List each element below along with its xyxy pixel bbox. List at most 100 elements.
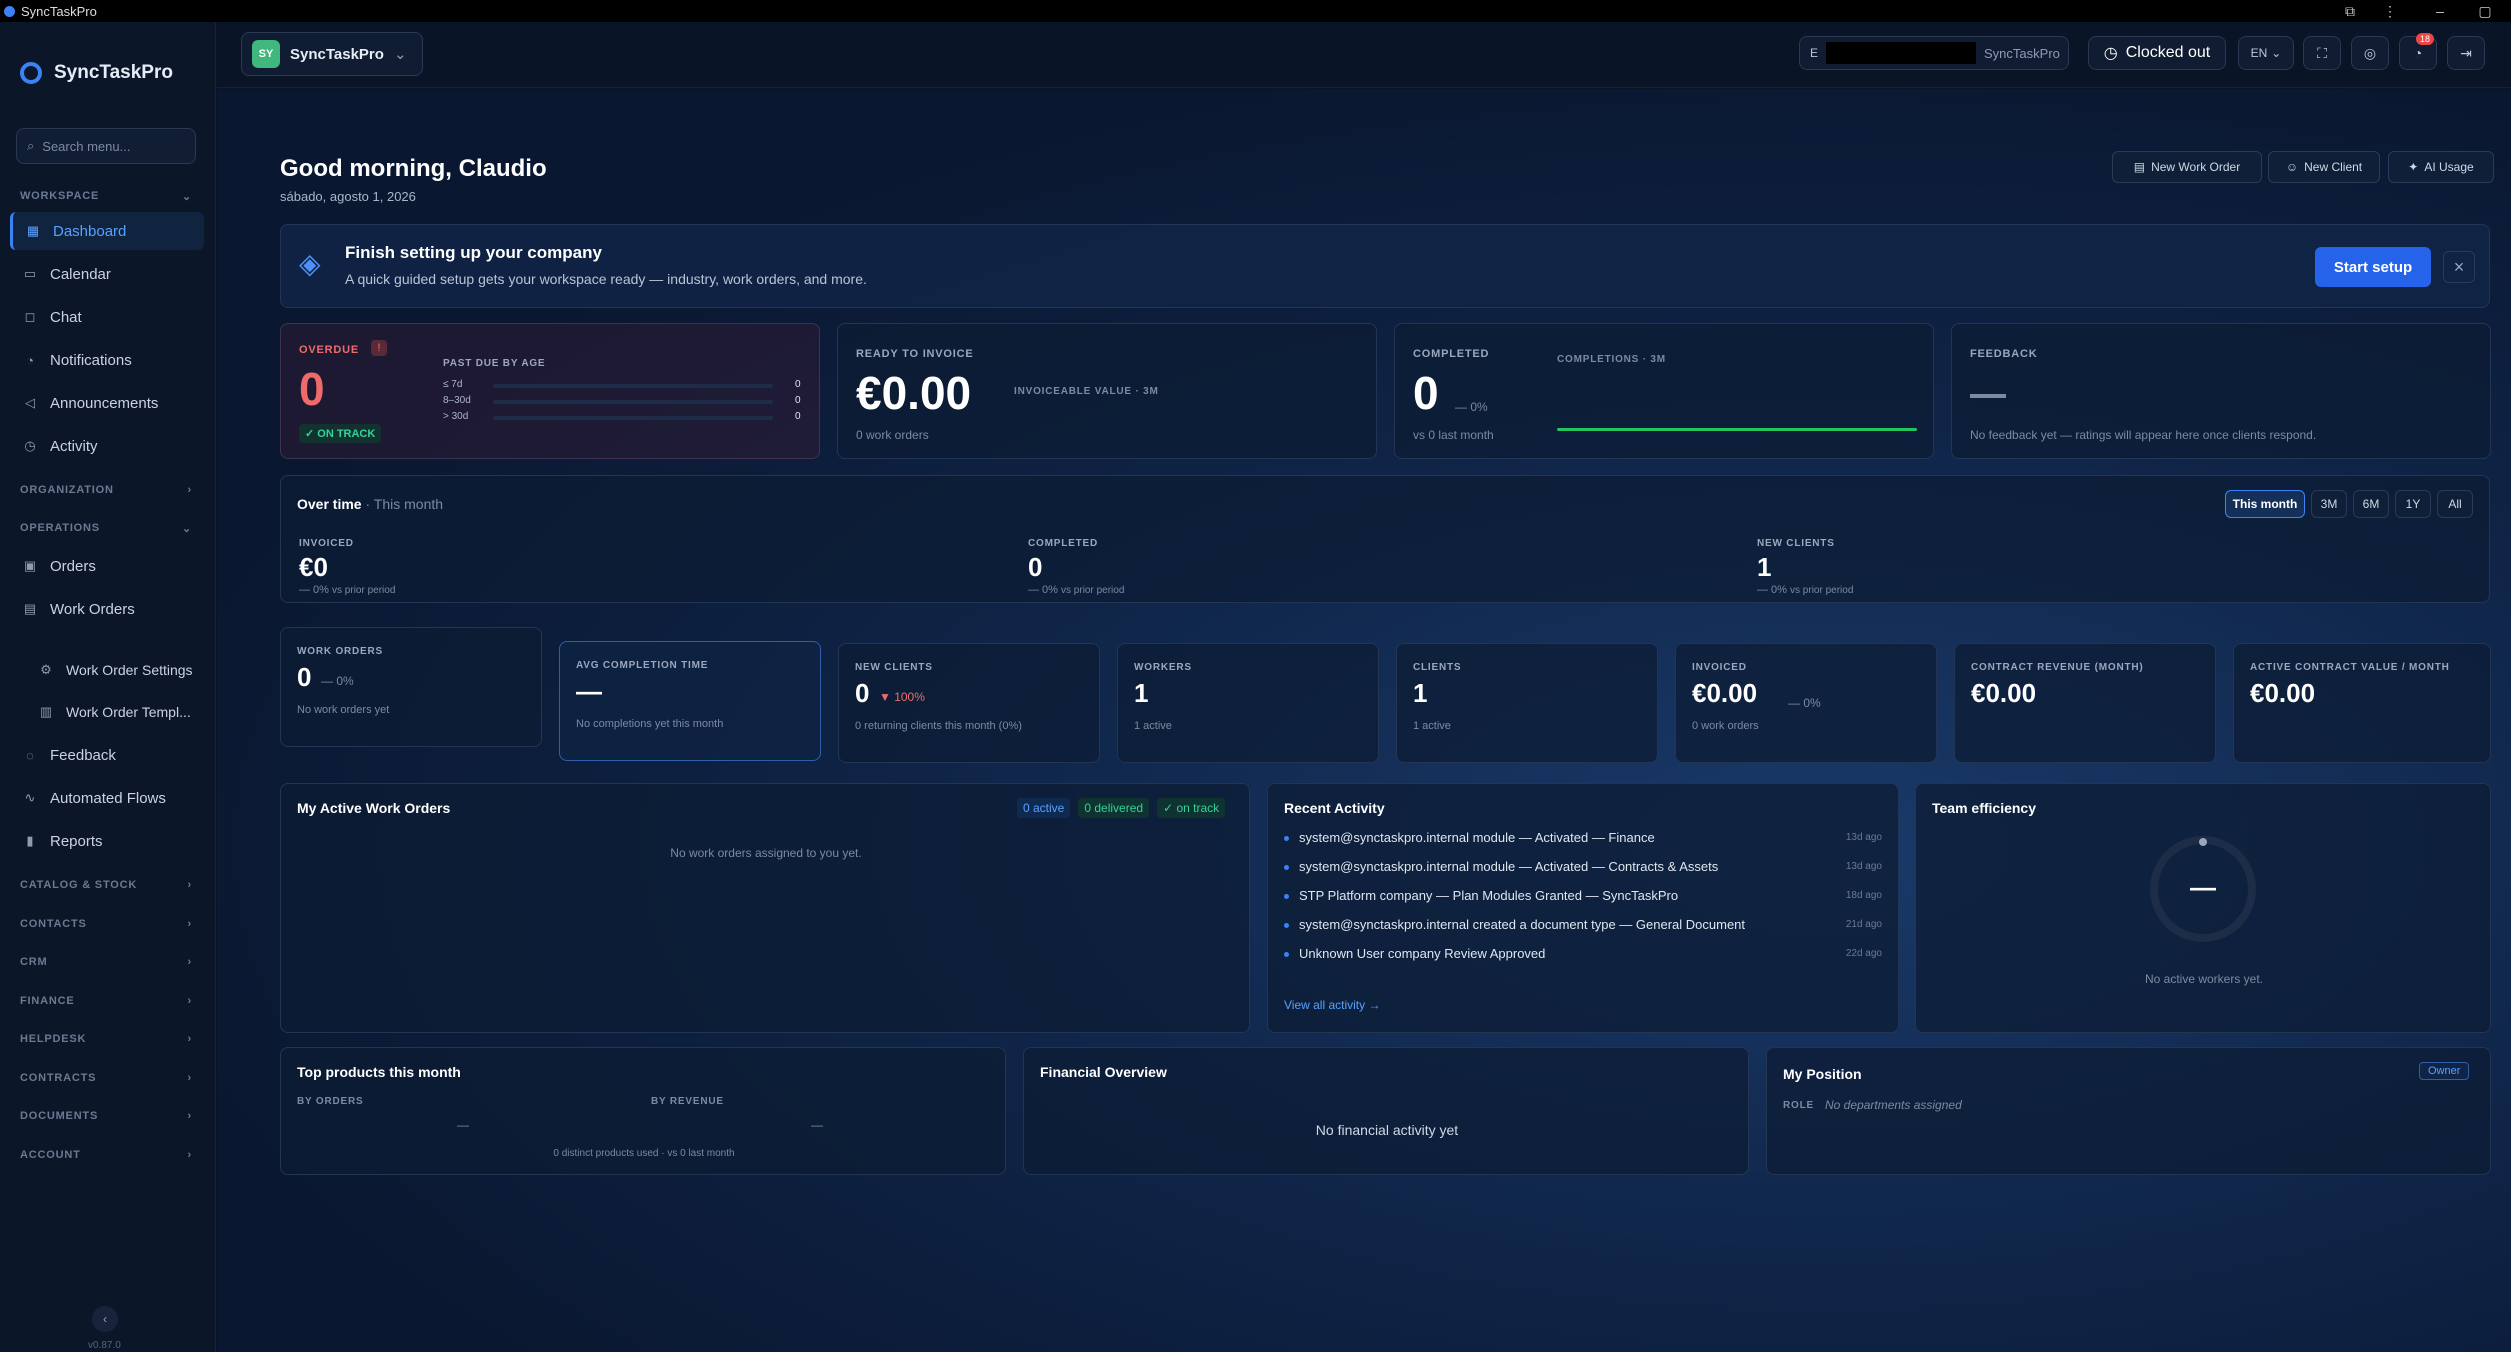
- activity-item[interactable]: system@synctaskpro.internal created a do…: [1284, 917, 1745, 932]
- sidebar-item-orders[interactable]: ▣ Orders: [10, 547, 204, 585]
- sidebar-item-feedback[interactable]: ◌ Feedback: [10, 736, 204, 774]
- section-label: OPERATIONS: [20, 522, 100, 534]
- range-6m[interactable]: 6M: [2353, 490, 2389, 518]
- over-time-title-text: Over time: [297, 496, 362, 512]
- section-label: CONTRACTS: [20, 1072, 97, 1084]
- sidebar-item-label: Work Orders: [50, 600, 135, 618]
- workspace-switcher[interactable]: SY SyncTaskPro ⌄: [241, 32, 423, 76]
- sidebar-item-notifications[interactable]: ◔ Notifications: [10, 341, 204, 379]
- logout-icon[interactable]: ⇥: [2447, 36, 2485, 70]
- collapse-sidebar-button[interactable]: ‹: [92, 1306, 118, 1332]
- section-workspace[interactable]: WORKSPACE ⌄: [20, 190, 192, 203]
- start-setup-button[interactable]: Start setup: [2315, 247, 2431, 287]
- delta-text: — 0%: [1028, 584, 1058, 596]
- ready-to-invoice-card[interactable]: READY TO INVOICE €0.00 INVOICEABLE VALUE…: [837, 323, 1377, 459]
- panel-title: Financial Overview: [1040, 1064, 1167, 1080]
- panel-title: Team efficiency: [1932, 800, 2037, 816]
- bell-icon[interactable]: ◔ 18: [2399, 33, 2437, 70]
- range-all[interactable]: All: [2437, 490, 2473, 518]
- maximize-button[interactable]: ▢: [2465, 0, 2505, 22]
- kpi-active-contract-value[interactable]: ACTIVE CONTRACT VALUE / MONTH €0.00: [2233, 643, 2491, 763]
- section-operations[interactable]: OPERATIONS ⌄: [20, 522, 192, 535]
- activity-item[interactable]: STP Platform company — Plan Modules Gran…: [1284, 888, 1678, 903]
- section-label: CONTACTS: [20, 918, 87, 930]
- sidebar-item-label: Dashboard: [53, 222, 127, 240]
- view-all-activity-link[interactable]: View all activity →: [1284, 998, 1380, 1012]
- sidebar: SyncTaskPro ⌕ Search menu... WORKSPACE ⌄ …: [0, 22, 216, 1352]
- vs-text: vs prior period: [1061, 585, 1125, 596]
- kpi-value: 1: [1413, 678, 1428, 708]
- section-catalog[interactable]: CATALOG & STOCK ›: [20, 879, 192, 891]
- section-finance[interactable]: FINANCE ›: [20, 995, 192, 1007]
- sidebar-item-automated-flows[interactable]: ∿ Automated Flows: [10, 779, 204, 817]
- section-documents[interactable]: DOCUMENTS ›: [20, 1110, 192, 1122]
- vs-text: vs prior period: [332, 585, 396, 596]
- kpi-new-clients[interactable]: NEW CLIENTS 0 ▼ 100% 0 returning clients…: [838, 643, 1100, 763]
- section-helpdesk[interactable]: HELPDESK ›: [20, 1033, 192, 1045]
- sidebar-item-label: Automated Flows: [50, 789, 166, 807]
- section-crm[interactable]: CRM ›: [20, 956, 192, 968]
- extensions-icon[interactable]: ⧉: [2330, 0, 2370, 22]
- range-this-month[interactable]: This month: [2225, 490, 2305, 518]
- kpi-avg-completion[interactable]: AVG COMPLETION TIME — No completions yet…: [559, 641, 821, 761]
- feedback-icon: ◌: [26, 747, 34, 763]
- chevron-right-icon: ›: [187, 1033, 192, 1045]
- sidebar-search-input[interactable]: ⌕ Search menu...: [16, 128, 196, 164]
- sidebar-item-reports[interactable]: ▮ Reports: [10, 822, 204, 860]
- user-account-chip[interactable]: E SyncTaskPro: [1799, 36, 2069, 70]
- kpi-work-orders[interactable]: WORK ORDERS 0 — 0% No work orders yet: [280, 627, 542, 747]
- language-value: EN: [2250, 46, 2268, 60]
- age-row-value: 0: [795, 411, 801, 422]
- kpi-sub: 0 work orders: [1692, 720, 1759, 732]
- sidebar-item-work-order-settings[interactable]: ⚙ Work Order Settings: [10, 652, 204, 688]
- close-icon[interactable]: ×: [2443, 251, 2475, 283]
- chevron-right-icon: ›: [187, 1110, 192, 1122]
- kebab-menu-icon[interactable]: ⋮: [2370, 0, 2410, 22]
- focus-icon[interactable]: ⛶: [2303, 36, 2341, 70]
- completions-sparkline: [1557, 428, 1917, 431]
- clock-status-button[interactable]: ◷ Clocked out: [2088, 36, 2226, 70]
- completed-card[interactable]: COMPLETED 0 — 0% vs 0 last month COMPLET…: [1394, 323, 1934, 459]
- section-account[interactable]: ACCOUNT ›: [20, 1149, 192, 1161]
- sidebar-item-activity[interactable]: ◷ Activity: [10, 427, 204, 465]
- brand[interactable]: SyncTaskPro: [20, 62, 173, 84]
- help-icon[interactable]: ◎: [2351, 36, 2389, 70]
- section-contacts[interactable]: CONTACTS ›: [20, 918, 192, 930]
- sidebar-item-chat[interactable]: ◻ Chat: [10, 298, 204, 336]
- kpi-contract-revenue[interactable]: CONTRACT REVENUE (MONTH) €0.00: [1954, 643, 2216, 763]
- logo-icon: [20, 62, 42, 84]
- by-revenue-value: —: [811, 1118, 823, 1132]
- section-contracts[interactable]: CONTRACTS ›: [20, 1072, 192, 1084]
- completions-chart-label: COMPLETIONS · 3M: [1557, 354, 1666, 365]
- minimize-button[interactable]: –: [2420, 0, 2460, 22]
- section-organization[interactable]: ORGANIZATION ›: [20, 484, 192, 496]
- kpi-invoiced[interactable]: INVOICED €0.00 — 0% 0 work orders: [1675, 643, 1937, 763]
- new-work-order-button[interactable]: ▤ New Work Order: [2112, 151, 2262, 183]
- sidebar-item-work-orders[interactable]: ▤ Work Orders: [10, 590, 204, 628]
- metric-value: 0: [1028, 552, 1043, 582]
- sidebar-item-announcements[interactable]: ◁ Announcements: [10, 384, 204, 422]
- sidebar-item-calendar[interactable]: ▭ Calendar: [10, 255, 204, 293]
- feedback-card[interactable]: FEEDBACK No feedback yet — ratings will …: [1951, 323, 2491, 459]
- brand-name: SyncTaskPro: [54, 62, 173, 83]
- sidebar-item-work-order-templates[interactable]: ▥ Work Order Templ...: [10, 694, 204, 730]
- overdue-card[interactable]: OVERDUE ! 0 ✓ ON TRACK PAST DUE BY AGE ≤…: [280, 323, 820, 459]
- activity-time: 13d ago: [1845, 861, 1882, 872]
- activity-item[interactable]: Unknown User company Review Approved: [1284, 946, 1545, 961]
- ai-usage-button[interactable]: ✦ AI Usage: [2388, 151, 2494, 183]
- activity-item[interactable]: system@synctaskpro.internal module — Act…: [1284, 859, 1718, 874]
- range-3m[interactable]: 3M: [2311, 490, 2347, 518]
- language-select[interactable]: EN ⌄: [2238, 36, 2294, 70]
- empty-state: No work orders assigned to you yet.: [670, 846, 862, 860]
- age-row-value: 0: [795, 395, 801, 406]
- kpi-clients[interactable]: CLIENTS 1 1 active: [1396, 643, 1658, 763]
- activity-item[interactable]: system@synctaskpro.internal module — Act…: [1284, 830, 1655, 845]
- sparkle-icon: ✦: [2408, 160, 2419, 174]
- range-1y[interactable]: 1Y: [2395, 490, 2431, 518]
- sidebar-item-dashboard[interactable]: ▦ Dashboard: [10, 212, 204, 250]
- kpi-workers[interactable]: WORKERS 1 1 active: [1117, 643, 1379, 763]
- age-row-label: > 30d: [443, 411, 469, 422]
- window-titlebar: SyncTaskPro ⧉ ⋮ – ▢: [0, 0, 2511, 22]
- new-client-button[interactable]: ☺ New Client: [2268, 151, 2380, 183]
- setup-title: Finish setting up your company: [345, 243, 602, 262]
